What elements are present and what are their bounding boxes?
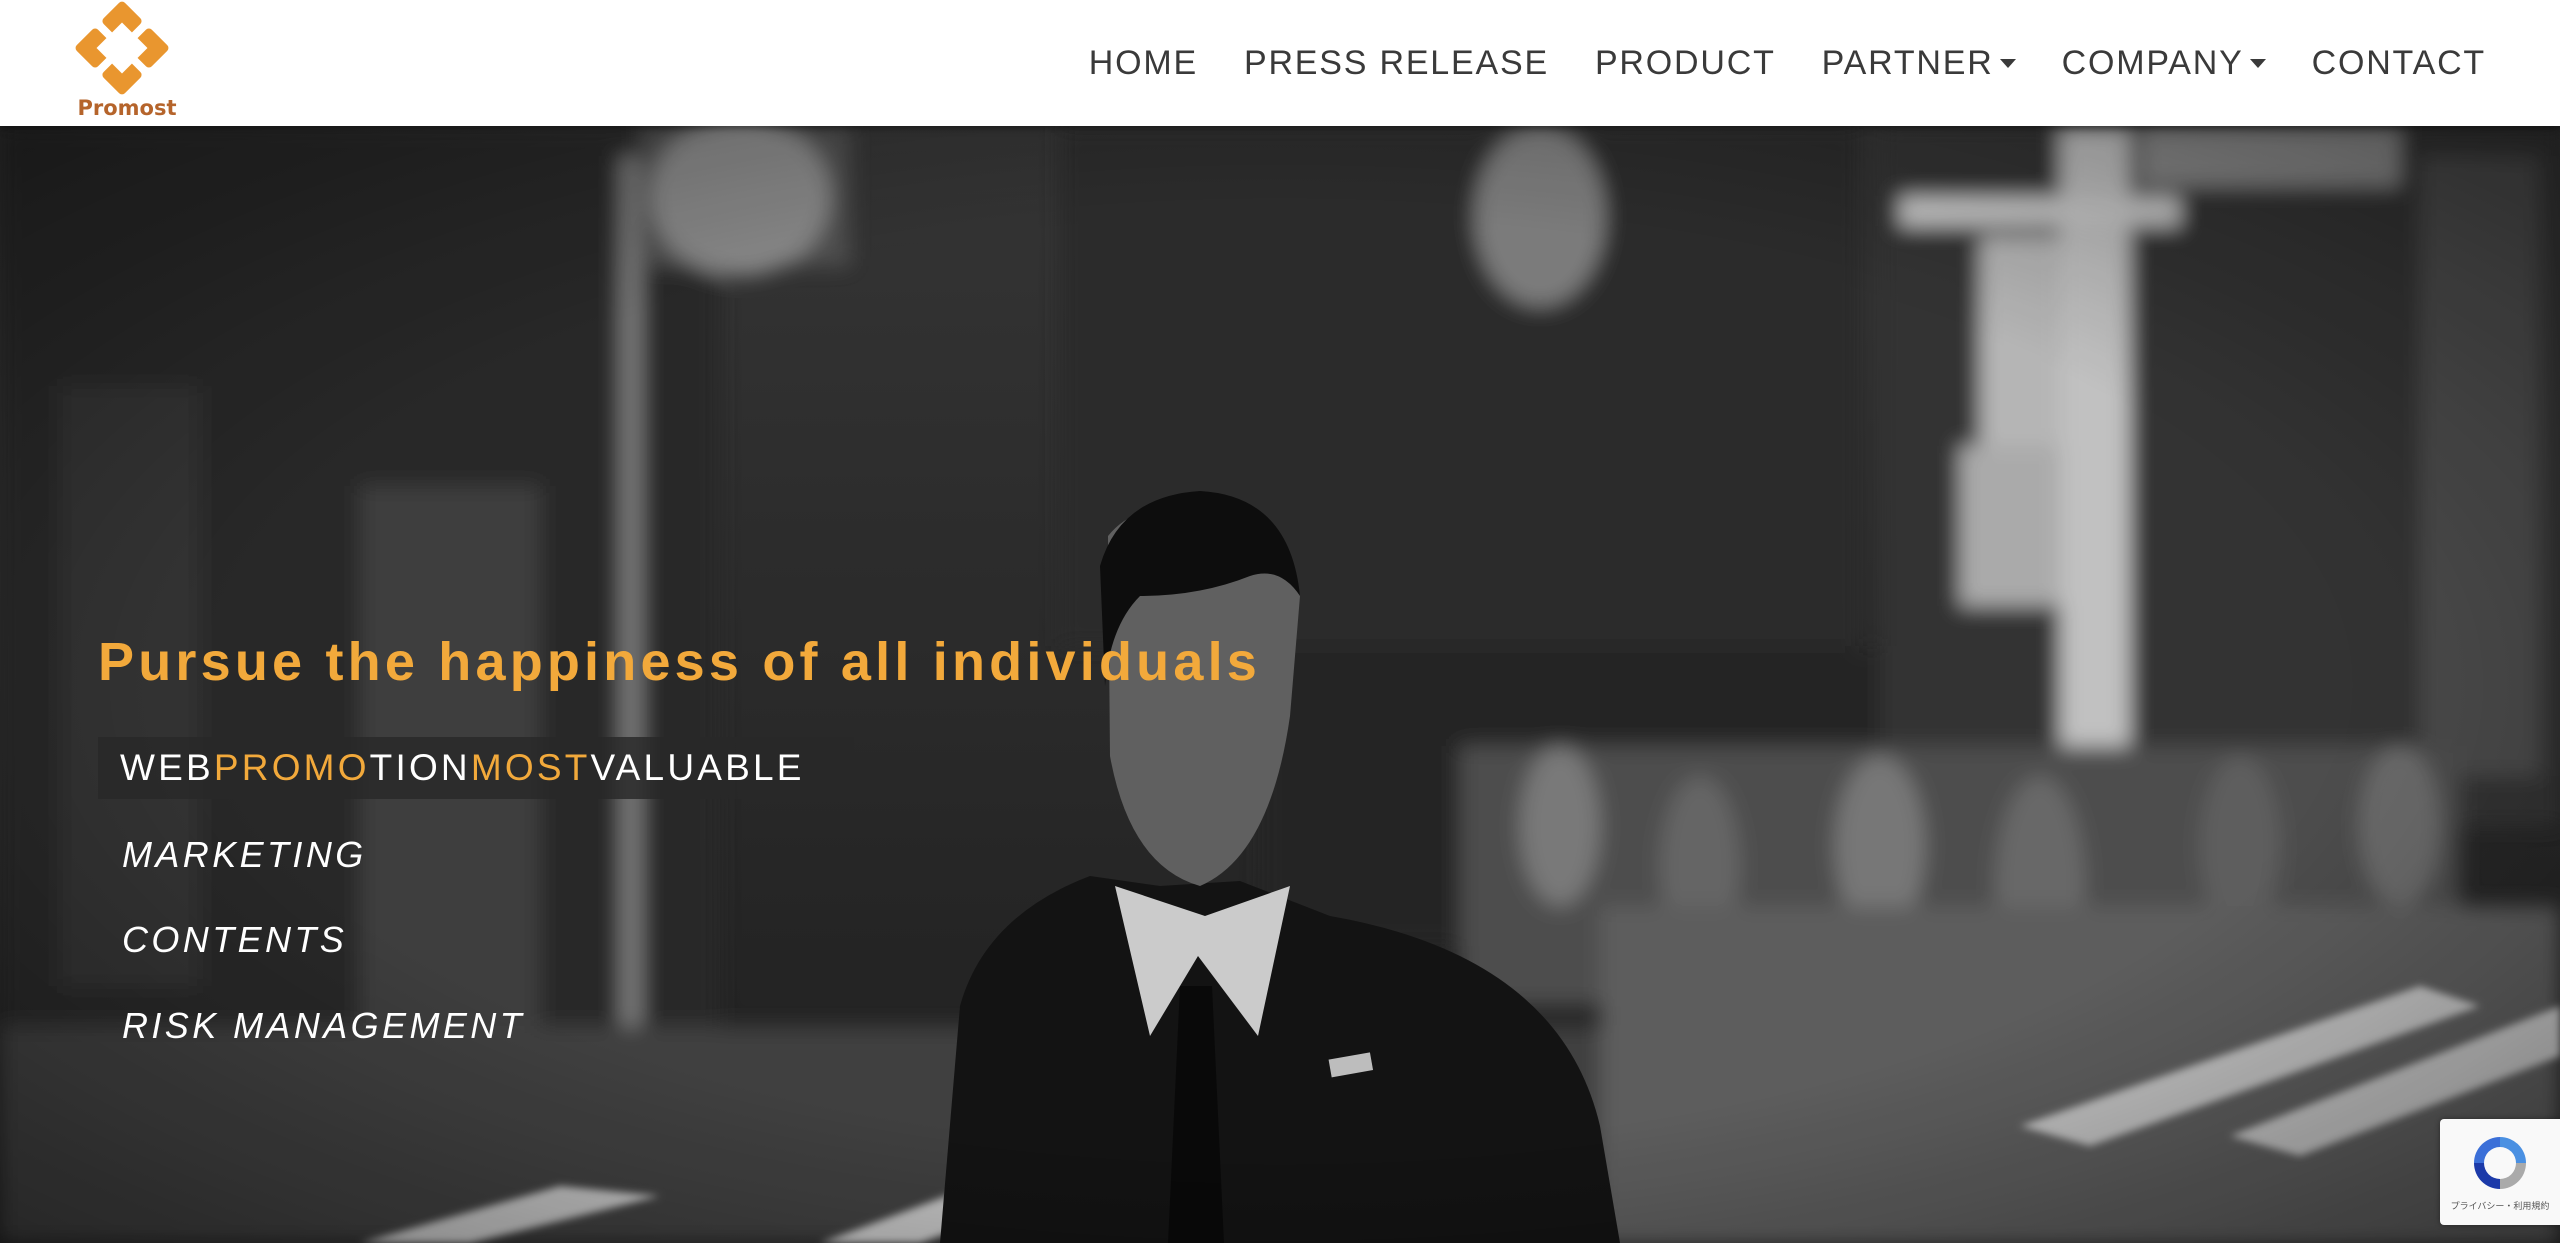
service-marketing[interactable]: MARKETING [122, 834, 367, 876]
nav-home[interactable]: HOME [1089, 44, 1198, 83]
promost-logo-icon [75, 1, 169, 95]
brand-part-valuable: VALUABLE [590, 747, 805, 788]
nav-company-label: COMPANY [2061, 43, 2244, 82]
hero-section: Pursue the happiness of all individuals … [0, 126, 2560, 1243]
recaptcha-badge[interactable]: プライバシー・利用規約 [2440, 1119, 2560, 1225]
nav-company-dropdown[interactable]: COMPANY [2062, 44, 2266, 83]
nav-contact-label: CONTACT [2311, 43, 2486, 82]
brand-part-promo: PROMO [213, 747, 370, 788]
nav-contact[interactable]: CONTACT [2312, 44, 2486, 83]
service-contents[interactable]: CONTENTS [122, 919, 347, 961]
brand-part-most: MOST [470, 747, 591, 788]
service-risk-management[interactable]: RISK MANAGEMENT [122, 1005, 525, 1047]
nav-product-label: PRODUCT [1594, 43, 1776, 82]
nav-partner-dropdown[interactable]: PARTNER [1822, 44, 2016, 83]
brand-part-web: WEB [120, 747, 214, 788]
page: Promost HOME PRESS RELEASE PRODUCT PARTN… [0, 0, 2560, 1243]
logo-text: Promost [77, 96, 177, 120]
brand-statement: WEB PROMO TION MOST VALUABLE [98, 737, 854, 799]
nav-home-label: HOME [1088, 43, 1198, 82]
brand-part-tion: TION [369, 747, 471, 788]
recaptcha-terms-text: プライバシー・利用規約 [2450, 1202, 2550, 1212]
site-header: Promost HOME PRESS RELEASE PRODUCT PARTN… [0, 0, 2560, 126]
caret-down-icon [2249, 58, 2266, 68]
site-logo[interactable]: Promost [72, 0, 182, 124]
recaptcha-icon [2474, 1137, 2526, 1189]
hero-tagline: Pursue the happiness of all individuals [98, 632, 1262, 692]
nav-press-release[interactable]: PRESS RELEASE [1244, 44, 1549, 83]
caret-down-icon [1999, 58, 2016, 68]
nav-partner-label: PARTNER [1821, 43, 1994, 82]
nav-press-release-label: PRESS RELEASE [1243, 43, 1549, 82]
nav-product[interactable]: PRODUCT [1595, 44, 1776, 83]
main-nav: HOME PRESS RELEASE PRODUCT PARTNER COMPA… [1089, 38, 2486, 88]
